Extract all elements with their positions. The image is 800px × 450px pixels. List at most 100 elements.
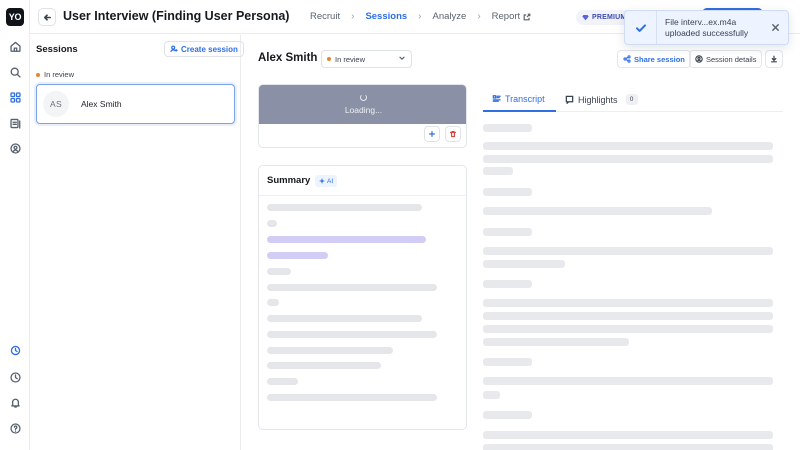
- skeleton-line: [483, 358, 532, 366]
- external-link-icon: [523, 13, 531, 20]
- skeleton-line: [483, 299, 773, 307]
- recording-card: Loading...: [258, 84, 467, 148]
- skeleton-line: [267, 204, 422, 211]
- loading-spinner-icon: [360, 94, 367, 101]
- tab-highlights[interactable]: Highlights 0: [565, 87, 638, 112]
- skeleton-line: [267, 268, 291, 275]
- plus-icon: [429, 131, 435, 137]
- skeleton-line: [483, 444, 773, 450]
- project-title: User Interview (Finding User Persona): [63, 9, 290, 23]
- chevron-right-icon: ›: [477, 11, 481, 22]
- diamond-icon: [582, 15, 589, 21]
- highlights-icon: [565, 95, 574, 104]
- tab-transcript-label: Transcript: [505, 93, 545, 104]
- library-icon[interactable]: [7, 115, 23, 131]
- skeleton-line: [483, 142, 773, 150]
- status-dot: [36, 72, 40, 77]
- skeleton-line: [483, 391, 500, 399]
- skeleton-line: [267, 299, 279, 306]
- sessions-title: Sessions: [36, 44, 78, 55]
- status-value: In review: [335, 54, 366, 64]
- session-details-button[interactable]: Session details: [689, 50, 763, 68]
- left-rail: YO: [0, 0, 30, 450]
- help-icon[interactable]: [7, 420, 23, 436]
- create-session-button[interactable]: Create session: [164, 41, 244, 57]
- share-icon: [623, 55, 631, 63]
- upload-success-toast: File interv...ex.m4a uploaded successful…: [624, 10, 789, 45]
- status-dot: [327, 57, 331, 61]
- participants-icon[interactable]: [7, 140, 23, 156]
- toast-line-1: File interv...ex.m4a: [665, 16, 737, 27]
- recording-actions: [424, 126, 461, 142]
- session-list-item[interactable]: AS Alex Smith: [36, 84, 235, 124]
- summary-title: Summary: [267, 175, 311, 186]
- share-session-button[interactable]: Share session: [617, 50, 691, 68]
- toast-line-2: uploaded successfully: [665, 27, 749, 38]
- check-icon: [625, 11, 657, 44]
- step-report[interactable]: Report: [492, 11, 532, 22]
- skeleton-line: [267, 236, 426, 243]
- status-group-label: In review: [36, 70, 74, 79]
- session-details-label: Session details: [706, 54, 757, 64]
- skeleton-line: [483, 280, 532, 288]
- skeleton-line: [267, 252, 328, 259]
- sessions-panel: Sessions Create session In review AS Ale…: [30, 35, 244, 450]
- skeleton-line: [483, 247, 773, 255]
- workspace-logo[interactable]: YO: [6, 8, 24, 26]
- download-icon: [771, 55, 777, 63]
- step-sessions[interactable]: Sessions: [365, 11, 407, 22]
- session-name: Alex Smith: [81, 99, 122, 109]
- trash-icon: [450, 131, 456, 138]
- chevron-right-icon: ›: [351, 11, 355, 22]
- user-circle-icon: [695, 55, 703, 63]
- activity-icon[interactable]: [7, 342, 23, 358]
- premium-label: PREMIUM: [592, 14, 627, 21]
- session-person-name: Alex Smith: [258, 52, 318, 64]
- back-button[interactable]: [38, 8, 56, 26]
- notifications-bell-icon[interactable]: [7, 394, 23, 410]
- loading-text: Loading...: [344, 105, 383, 115]
- skeleton-line: [483, 155, 773, 163]
- transcript-icon: [492, 95, 501, 102]
- add-recording-button[interactable]: [424, 126, 440, 142]
- skeleton-line: [483, 207, 712, 215]
- delete-recording-button[interactable]: [445, 126, 461, 142]
- share-session-label: Share session: [634, 54, 685, 64]
- skeleton-line: [267, 378, 298, 385]
- status-group-text: In review: [44, 70, 75, 79]
- tab-transcript[interactable]: Transcript: [483, 87, 556, 112]
- skeleton-line: [483, 167, 513, 175]
- projects-grid-icon[interactable]: [7, 89, 23, 105]
- create-session-label: Create session: [181, 44, 238, 54]
- step-analyze[interactable]: Analyze: [433, 11, 467, 22]
- skeleton-line: [267, 315, 422, 322]
- avatar: AS: [43, 91, 69, 117]
- skeleton-line: [267, 331, 437, 338]
- skeleton-line: [483, 312, 773, 320]
- toast-message: File interv...ex.m4a uploaded successful…: [657, 17, 766, 39]
- close-icon[interactable]: [766, 23, 784, 32]
- download-button[interactable]: [765, 50, 783, 68]
- arrow-left-icon: [43, 13, 51, 21]
- skeleton-line: [483, 124, 532, 132]
- skeleton-line: [267, 347, 393, 354]
- chevron-right-icon: ›: [418, 11, 422, 22]
- updates-icon[interactable]: [7, 369, 23, 385]
- project-steps-nav: Recruit › Sessions › Analyze › Report: [310, 11, 531, 22]
- skeleton-line: [483, 377, 773, 385]
- search-icon[interactable]: [7, 64, 23, 80]
- skeleton-line: [483, 325, 773, 333]
- chevron-down-icon: [398, 54, 406, 64]
- tab-highlights-label: Highlights: [578, 94, 618, 105]
- skeleton-line: [483, 260, 565, 268]
- skeleton-line: [267, 394, 437, 401]
- add-user-icon: [170, 45, 178, 53]
- skeleton-line: [483, 188, 532, 196]
- status-dropdown[interactable]: In review: [321, 50, 412, 68]
- step-recruit[interactable]: Recruit: [310, 11, 340, 22]
- skeleton-line: [483, 411, 532, 419]
- skeleton-line: [483, 431, 773, 439]
- skeleton-line: [483, 338, 629, 346]
- home-icon[interactable]: [7, 38, 23, 54]
- recording-player[interactable]: Loading...: [259, 85, 466, 124]
